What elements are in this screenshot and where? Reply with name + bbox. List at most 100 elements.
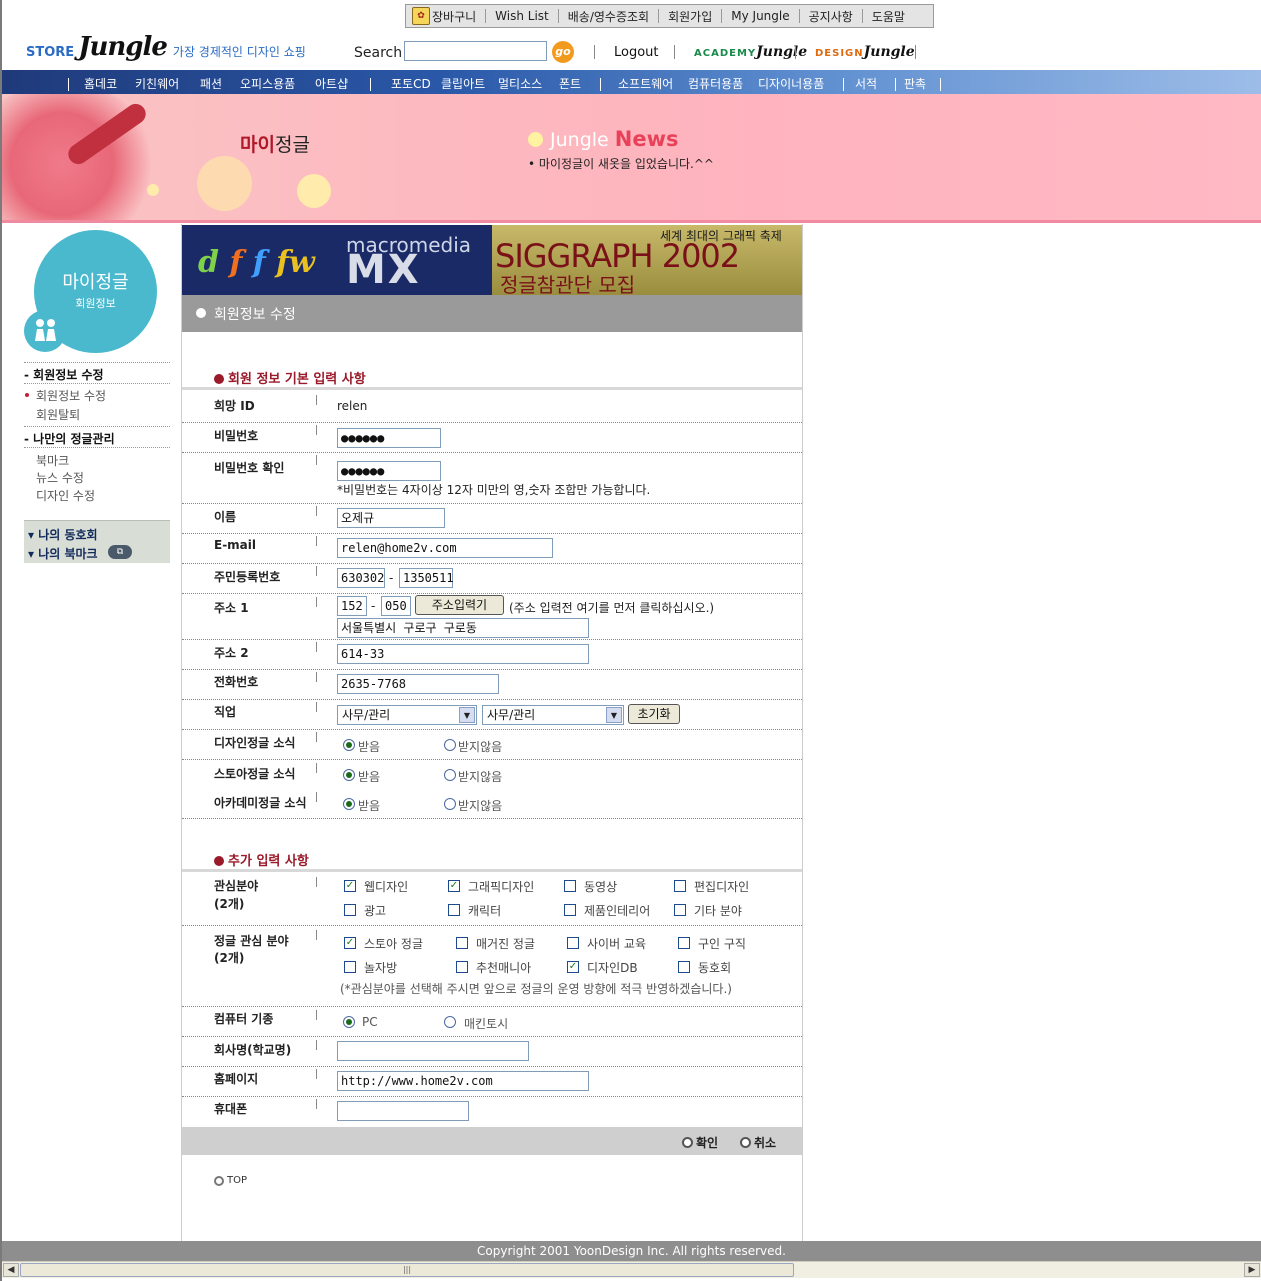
jungle-interest-checkbox[interactable] (456, 937, 468, 949)
store-news-no-label: 받지않음 (458, 770, 503, 784)
bookmark-window-icon[interactable]: ⧉ (108, 545, 132, 559)
password-confirm-input[interactable]: ●●●●●● (337, 461, 441, 481)
address2-input[interactable]: 614-33 (337, 644, 589, 664)
category-fashion[interactable]: 패션 (200, 75, 222, 92)
horizontal-scrollbar[interactable]: ◀ ||| ▶ (2, 1261, 1261, 1278)
design-jungle-link[interactable]: DESIGNJungle (815, 44, 915, 60)
confirm-button[interactable]: 확인 (682, 1134, 718, 1151)
store-news-yes-radio[interactable] (343, 769, 355, 781)
news-item[interactable]: • 마이정글이 새옷을 입었습니다.^^ (528, 155, 714, 172)
category-promo[interactable]: 판촉 (904, 75, 926, 92)
category-photo-cd[interactable]: 포토CD (391, 75, 431, 92)
scrollbar-thumb[interactable]: ||| (20, 1263, 794, 1277)
homepage-input[interactable]: http://www.home2v.com (337, 1071, 589, 1091)
divider (182, 729, 802, 730)
computer-pc-radio[interactable] (343, 1016, 355, 1028)
category-office[interactable]: 오피스용품 (240, 75, 295, 92)
jungle-interest-checkbox[interactable] (678, 961, 690, 973)
category-computer[interactable]: 컴퓨터용품 (688, 75, 743, 92)
mobile-input[interactable] (337, 1101, 469, 1121)
job-detail-select[interactable]: 사무/관리 ▼ (482, 705, 624, 725)
divider (182, 925, 802, 926)
nav-separator (895, 78, 896, 91)
academy-news-no-radio[interactable] (444, 798, 456, 810)
cart-link[interactable]: ✿ 장바구니 (412, 7, 476, 25)
job-category-select[interactable]: 사무/관리 ▼ (337, 705, 477, 725)
ssn-first-input[interactable]: 630302 (337, 568, 385, 588)
copyright-text: Copyright 2001 YoonDesign Inc. All right… (477, 1244, 786, 1258)
email-input[interactable]: relen@home2v.com (337, 538, 553, 558)
ad-banner[interactable]: d f f fw macromedia MX 세계 최대의 그래픽 축제 SIG… (182, 225, 802, 295)
back-to-top-link[interactable]: TOP (214, 1175, 247, 1186)
store-news-no-radio[interactable] (444, 769, 456, 781)
design-news-yes-radio[interactable] (343, 739, 355, 751)
sidebar-item-bookmark[interactable]: 북마크 (36, 452, 69, 469)
banner-title-rest: 정글 (274, 134, 310, 156)
jungle-interest-checkbox[interactable] (678, 937, 690, 949)
address1-input[interactable]: 서울특별시 구로구 구로동 (337, 618, 589, 638)
design-news-no-radio[interactable] (444, 739, 456, 751)
category-clipart[interactable]: 클립아트 (441, 75, 485, 92)
jungle-interest-checkbox[interactable]: ✓ (344, 937, 356, 949)
sidebar-item-design[interactable]: 디자인 수정 (36, 487, 95, 504)
category-kitchenware[interactable]: 키친웨어 (135, 75, 179, 92)
name-input[interactable]: 오제규 (337, 508, 445, 528)
category-home-deco[interactable]: 홈데코 (84, 75, 117, 92)
address-finder-button[interactable]: 주소입력기 (415, 595, 504, 615)
notice-link[interactable]: 공지사항 (809, 8, 853, 25)
interest-checkbox[interactable] (344, 904, 356, 916)
academy-jungle-link[interactable]: ACADEMYJungle (694, 44, 807, 60)
interest-checkbox[interactable] (448, 904, 460, 916)
cancel-button[interactable]: 취소 (740, 1134, 776, 1151)
interest-checkbox[interactable]: ✓ (344, 880, 356, 892)
my-club-link[interactable]: ▾ 나의 동호회 (28, 526, 98, 543)
category-books[interactable]: 서적 (855, 75, 877, 92)
category-artshop[interactable]: 아트샵 (315, 75, 348, 92)
jungle-interest-checkbox[interactable] (344, 961, 356, 973)
sidebar-item-withdraw[interactable]: 회원탈퇴 (36, 406, 80, 423)
jungle-interest-checkbox[interactable] (567, 937, 579, 949)
my-bookmark-link[interactable]: ▾ 나의 북마크 (28, 545, 98, 562)
store-jungle-logo[interactable]: STORE Jungle 가장 경제적인 디자인 쇼핑 (26, 34, 306, 60)
interest-checkbox[interactable]: ✓ (448, 880, 460, 892)
interest-checkbox-label: 동영상 (584, 880, 618, 894)
sidebar-group-my-jungle[interactable]: - 나만의 정글관리 (24, 430, 115, 447)
interest-checkbox[interactable] (674, 904, 686, 916)
signup-link[interactable]: 회원가입 (668, 8, 712, 25)
homepage-label: 홈페이지 (214, 1072, 259, 1086)
jungle-interest-checkbox[interactable] (456, 961, 468, 973)
search-input[interactable] (404, 41, 547, 61)
field-separator (316, 506, 317, 516)
banner-decoration (297, 174, 331, 208)
category-designer[interactable]: 디자이너용품 (758, 75, 824, 92)
interest-checkbox[interactable] (564, 904, 576, 916)
delivery-link[interactable]: 배송/영수증조회 (568, 8, 649, 25)
interest-checkbox[interactable] (674, 880, 686, 892)
sidebar-item-news[interactable]: 뉴스 수정 (36, 469, 84, 486)
reset-job-button[interactable]: 초기화 (628, 704, 680, 724)
wishlist-link[interactable]: Wish List (495, 9, 549, 23)
my-jungle-link[interactable]: My Jungle (731, 9, 789, 23)
jungle-interest-checkbox[interactable]: ✓ (567, 961, 579, 973)
zip-first-input[interactable]: 152 (337, 596, 367, 616)
sidebar-group-member-info[interactable]: - 회원정보 수정 (24, 366, 104, 383)
help-link[interactable]: 도움말 (872, 8, 905, 25)
category-multisource[interactable]: 멀티소스 (498, 75, 542, 92)
category-software[interactable]: 소프트웨어 (618, 75, 673, 92)
logout-link[interactable]: Logout (614, 45, 659, 60)
computer-mac-radio[interactable] (444, 1016, 456, 1028)
phone-input[interactable]: 2635-7768 (337, 674, 499, 694)
academy-pre: ACADEMY (694, 48, 757, 59)
zip-second-input[interactable]: 050 (381, 596, 411, 616)
interest-checkbox[interactable] (564, 880, 576, 892)
category-font[interactable]: 폰트 (559, 75, 581, 92)
scroll-right-arrow-icon[interactable]: ▶ (1244, 1263, 1260, 1277)
scroll-left-arrow-icon[interactable]: ◀ (3, 1263, 19, 1277)
ssn-second-input[interactable]: 1350511 (399, 568, 454, 588)
password-input[interactable]: ●●●●●● (337, 428, 441, 448)
academy-news-yes-radio[interactable] (343, 798, 355, 810)
search-go-button[interactable]: go (552, 41, 574, 63)
company-input[interactable] (337, 1041, 529, 1061)
interest-sub-label: (2개) (214, 897, 245, 911)
sidebar-item-edit-info[interactable]: 회원정보 수정 (36, 387, 106, 404)
